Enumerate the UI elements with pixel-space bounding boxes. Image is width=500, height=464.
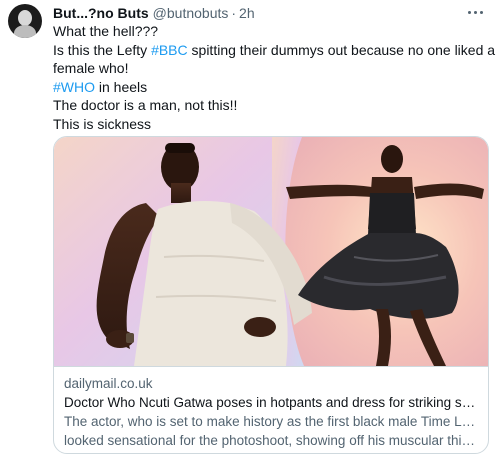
more-horizontal-icon — [479, 10, 483, 14]
avatar[interactable] — [8, 4, 42, 38]
user-handle[interactable]: @butnobuts — [153, 5, 229, 21]
display-name[interactable]: But...?no Buts — [53, 5, 149, 21]
tweet-text: What the hell??? Is this the Lefty #BBC … — [53, 22, 496, 133]
hashtag-link[interactable]: #BBC — [151, 42, 188, 58]
tweet-line: The doctor is a man, not this!! — [53, 97, 238, 113]
card-description-line: The actor, who is set to make history as… — [64, 414, 478, 429]
card-photo — [54, 137, 488, 366]
card-footer[interactable]: dailymail.co.uk Doctor Who Ncuti Gatwa p… — [54, 366, 488, 450]
tweet-line: What the hell??? — [53, 23, 159, 39]
tweet-header: But...?no Buts @butnobuts · 2h — [53, 4, 255, 22]
tweet-line: Is this the Lefty #BBC spitting their du… — [53, 41, 496, 60]
separator-dot: · — [231, 5, 237, 21]
avatar-face — [18, 10, 32, 26]
tweet-line: #WHO in heels — [53, 78, 493, 97]
card-image[interactable] — [54, 137, 488, 366]
card-description: The actor, who is set to make history as… — [64, 412, 478, 450]
more-horizontal-icon — [473, 10, 477, 14]
tweet-line: This is sickness — [53, 115, 152, 132]
tweet-text-segment: Is this the Lefty — [53, 41, 152, 58]
link-preview-card[interactable]: dailymail.co.uk Doctor Who Ncuti Gatwa p… — [53, 136, 489, 454]
card-domain: dailymail.co.uk — [64, 376, 153, 391]
hashtag-link[interactable]: #WHO — [53, 79, 95, 95]
avatar-body — [14, 25, 36, 38]
more-horizontal-icon — [467, 10, 471, 14]
tweet-text-segment: in heels — [95, 78, 148, 95]
tweet-text-segment: spitting their dummys out because no one… — [187, 41, 496, 58]
card-title[interactable]: Doctor Who Ncuti Gatwa poses in hotpants… — [64, 393, 478, 412]
timestamp[interactable]: 2h — [239, 5, 255, 21]
more-options-button[interactable] — [464, 3, 486, 21]
tweet[interactable]: But...?no Buts @butnobuts · 2h What the … — [0, 0, 500, 464]
tweet-line: female who! — [53, 60, 129, 76]
card-description-line: looked sensational for the photoshoot, s… — [64, 433, 478, 448]
